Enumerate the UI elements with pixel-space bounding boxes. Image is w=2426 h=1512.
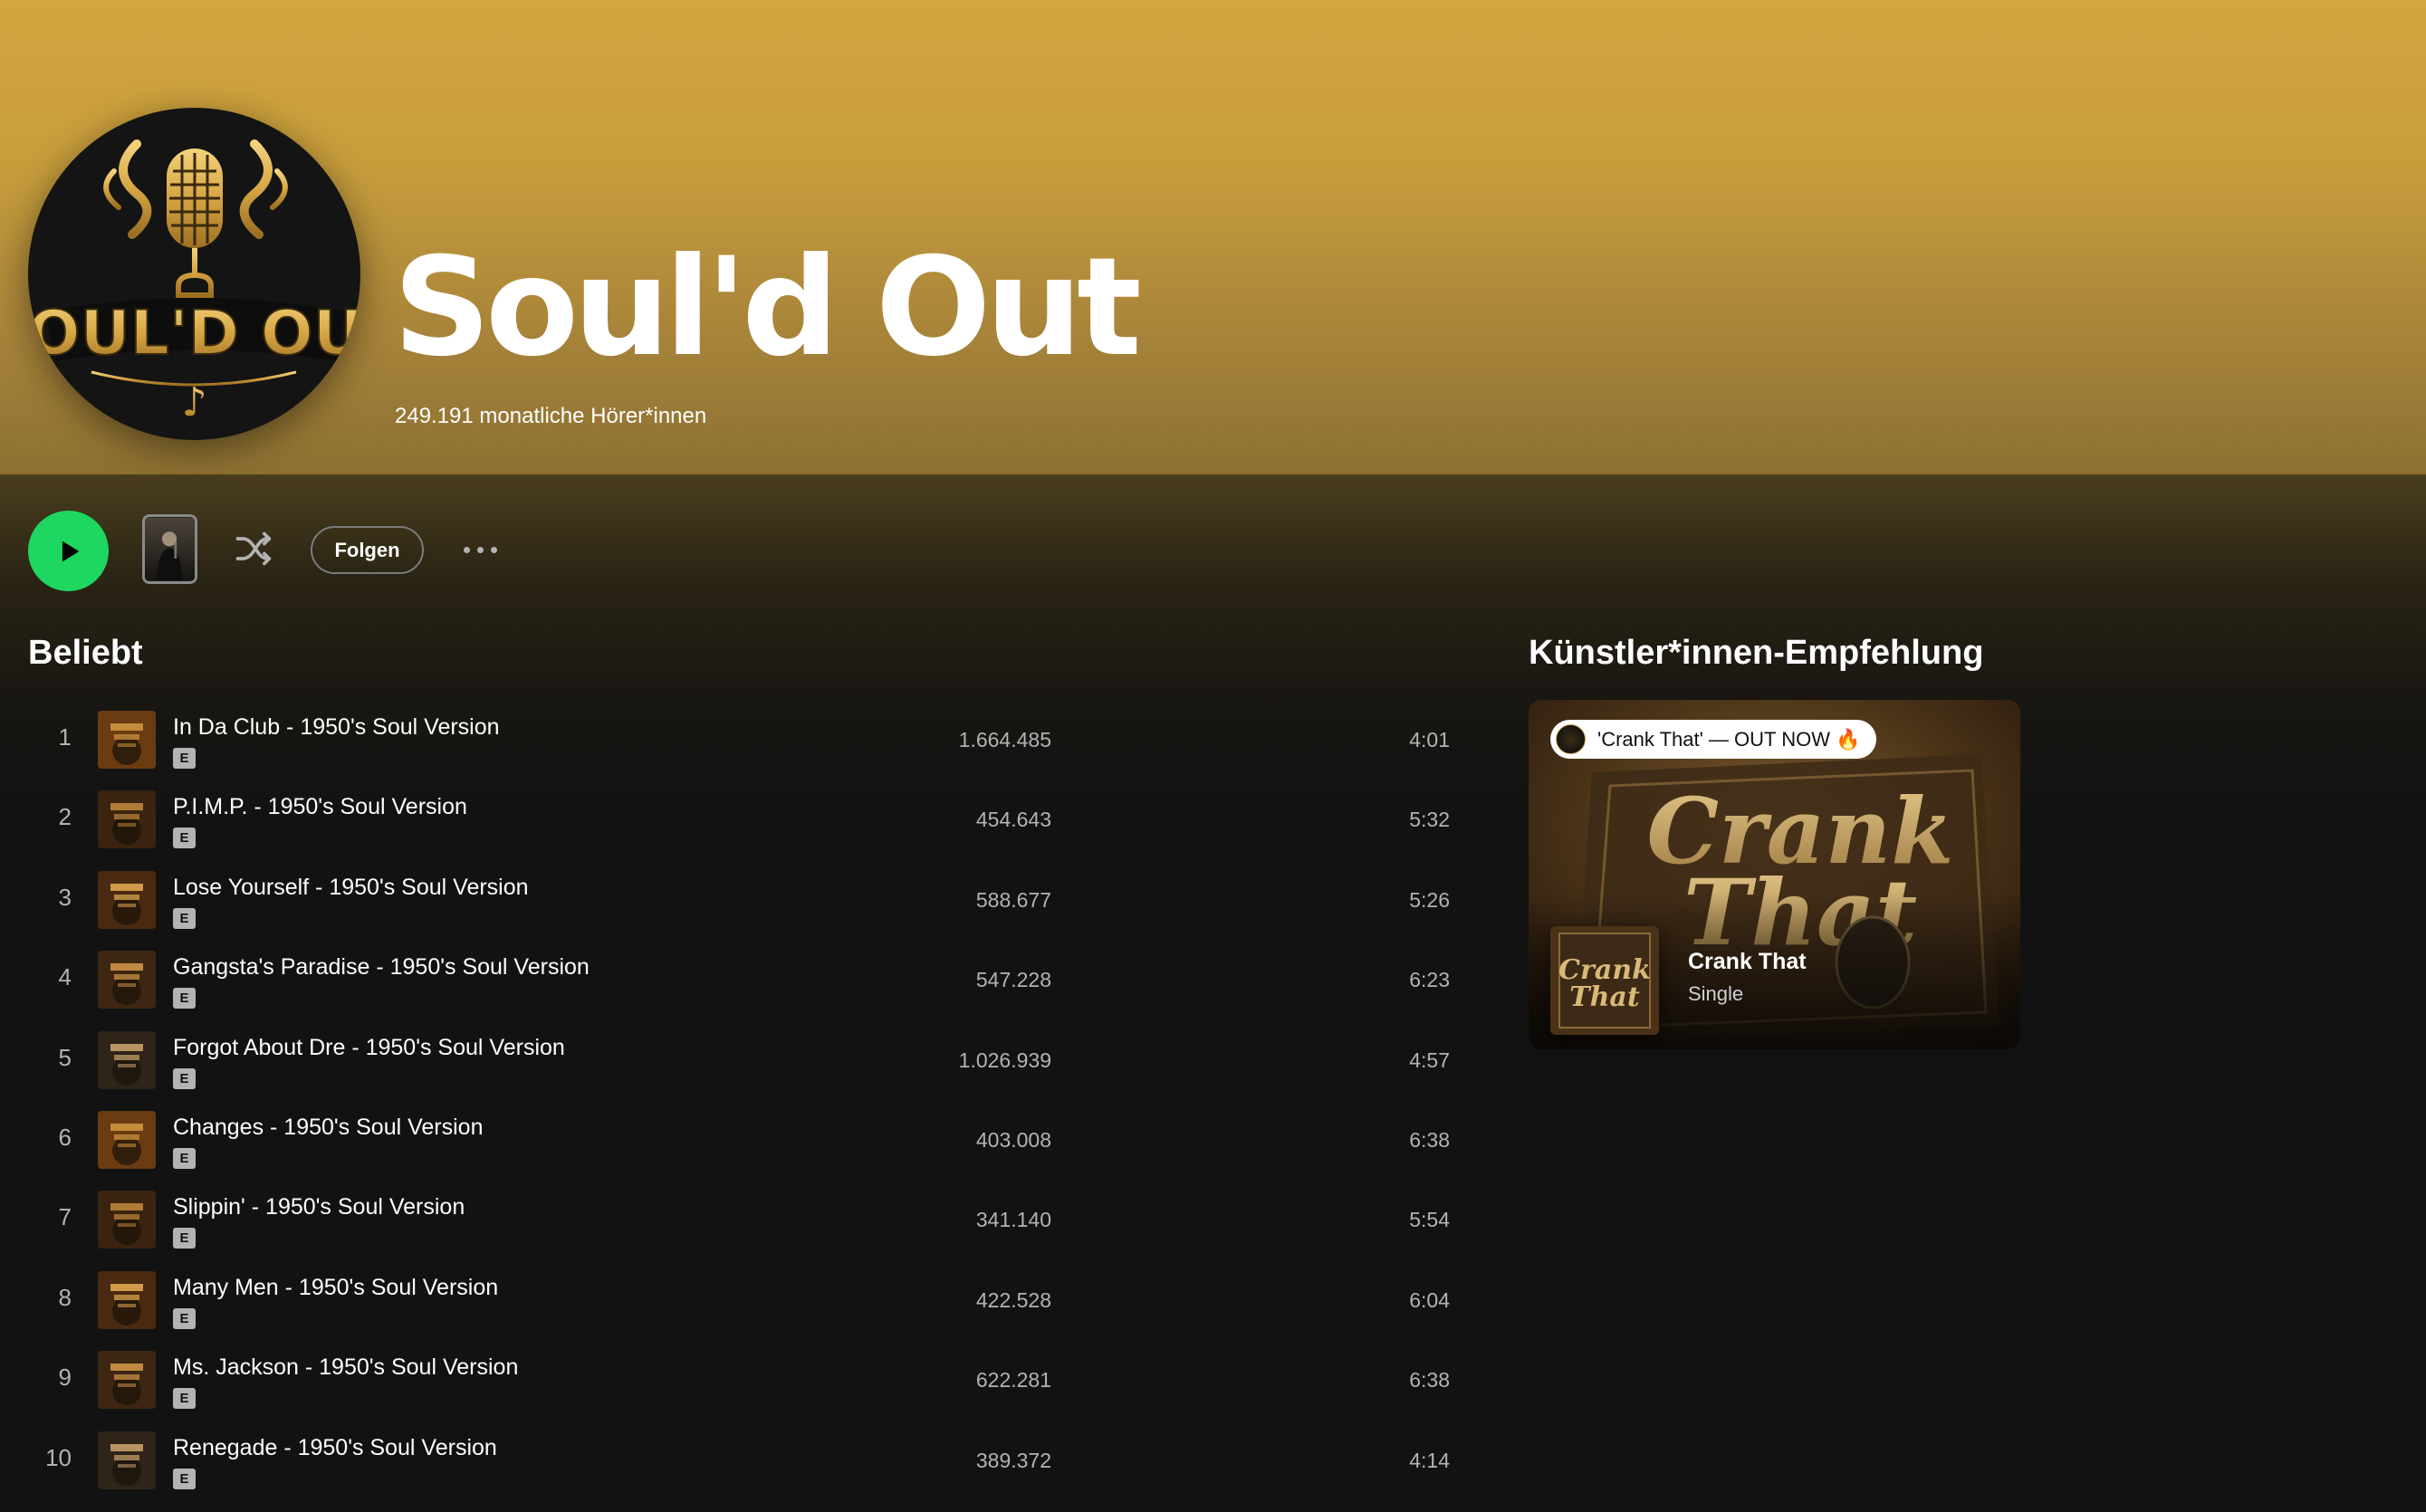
track-cover — [98, 870, 156, 929]
track-title[interactable]: Lose Yourself - 1950's Soul Version — [173, 875, 529, 901]
track-row[interactable]: 2 P.I.M.P. - 1950's Soul Version E 454.643 5… — [28, 780, 1450, 859]
recommendation-section-title: Künstler*innen-Empfehlung — [1529, 634, 1984, 672]
track-cover — [98, 1431, 156, 1489]
play-button[interactable] — [28, 511, 109, 591]
track-number: 5 — [58, 1043, 72, 1071]
track-play-count: 1.026.939 — [958, 1048, 1051, 1072]
track-title[interactable]: Gangsta's Paradise - 1950's Soul Version — [173, 954, 590, 981]
track-number: 3 — [58, 883, 72, 911]
more-options-icon — [463, 546, 470, 553]
track-play-count: 389.372 — [975, 1448, 1051, 1472]
track-title[interactable]: Changes - 1950's Soul Version — [173, 1115, 484, 1141]
explicit-badge: E — [173, 1228, 196, 1249]
track-row[interactable]: 10 Renegade - 1950's Soul Version E 389.372… — [28, 1421, 1450, 1500]
track-number: 2 — [58, 803, 72, 831]
artist-pick-card[interactable]: Crank That 'Crank That' — OUT NOW 🔥 Cran… — [1529, 700, 2020, 1049]
track-number: 6 — [58, 1123, 72, 1151]
explicit-badge: E — [173, 1147, 196, 1169]
track-number: 1 — [58, 723, 72, 751]
track-row[interactable]: 8 Many Men - 1950's Soul Version E 422.528 6… — [28, 1260, 1450, 1340]
track-number: 7 — [58, 1203, 72, 1231]
track-duration: 5:54 — [1409, 1208, 1450, 1232]
track-row[interactable]: 5 Forgot About Dre - 1950's Soul Version E… — [28, 1020, 1450, 1100]
artist-header — [0, 0, 2426, 474]
artist-page: SOUL'D OUT ♪ Soul'd Out 249.191 monatlic… — [0, 0, 2426, 1512]
track-number: 10 — [45, 1443, 72, 1471]
track-cover — [98, 1351, 156, 1410]
track-duration: 4:01 — [1409, 728, 1450, 751]
follow-button[interactable]: Folgen — [311, 526, 424, 574]
explicit-badge: E — [173, 1067, 196, 1089]
track-play-count: 622.281 — [975, 1368, 1051, 1392]
track-play-count: 1.664.485 — [958, 728, 1051, 751]
track-number: 8 — [58, 1283, 72, 1311]
more-options-button[interactable] — [457, 536, 503, 563]
track-duration: 6:38 — [1409, 1127, 1450, 1152]
track-duration: 4:57 — [1409, 1048, 1450, 1072]
track-cover — [98, 1191, 156, 1249]
release-cover-word-2: That — [1569, 981, 1640, 1013]
track-title[interactable]: Forgot About Dre - 1950's Soul Version — [173, 1035, 565, 1061]
explicit-badge: E — [173, 1307, 196, 1329]
track-row[interactable]: 1 In Da Club - 1950's Soul Version E 1.664.… — [28, 700, 1450, 780]
shuffle-button[interactable] — [227, 526, 278, 571]
explicit-badge: E — [173, 907, 196, 929]
track-title[interactable]: Many Men - 1950's Soul Version — [173, 1275, 498, 1301]
release-title[interactable]: Crank That — [1688, 949, 1807, 975]
track-duration: 6:23 — [1409, 968, 1450, 992]
track-title[interactable]: Slippin' - 1950's Soul Version — [173, 1194, 465, 1220]
play-icon — [62, 541, 79, 561]
track-duration: 6:04 — [1409, 1287, 1450, 1312]
logo-text: SOUL'D OUT — [28, 298, 360, 369]
explicit-badge: E — [173, 828, 196, 849]
track-cover — [98, 790, 156, 849]
track-row[interactable]: 9 Ms. Jackson - 1950's Soul Version E 622.2… — [28, 1340, 1450, 1420]
artist-avatar: SOUL'D OUT ♪ — [28, 108, 360, 440]
artist-pick-avatar — [1556, 724, 1586, 754]
artist-pick-message-text: 'Crank That' — OUT NOW 🔥 — [1597, 727, 1861, 751]
track-title[interactable]: P.I.M.P. - 1950's Soul Version — [173, 794, 467, 820]
release-cover[interactable]: Crank That — [1550, 926, 1659, 1035]
track-row[interactable]: 7 Slippin' - 1950's Soul Version E 341.140 5… — [28, 1180, 1450, 1259]
explicit-badge: E — [173, 988, 196, 1010]
track-play-count: 422.528 — [975, 1287, 1051, 1312]
release-type: Single — [1688, 982, 1744, 1005]
popular-track-list: 1 In Da Club - 1950's Soul Version E 1.664.… — [28, 700, 1450, 1500]
track-duration: 6:38 — [1409, 1368, 1450, 1392]
track-title[interactable]: Renegade - 1950's Soul Version — [173, 1435, 497, 1461]
track-cover — [98, 1270, 156, 1329]
svg-text:♪: ♪ — [181, 379, 206, 426]
track-row[interactable]: 4 Gangsta's Paradise - 1950's Soul Versio… — [28, 940, 1450, 1019]
monthly-listeners: 249.191 monatliche Hörer*innen — [395, 404, 707, 428]
track-duration: 5:32 — [1409, 808, 1450, 832]
preview-video-thumbnail[interactable] — [142, 514, 197, 584]
track-number: 9 — [58, 1364, 72, 1392]
shuffle-icon — [235, 531, 272, 566]
track-row[interactable]: 3 Lose Yourself - 1950's Soul Version E 588… — [28, 860, 1450, 940]
track-cover — [98, 1110, 156, 1169]
track-play-count: 341.140 — [975, 1208, 1051, 1232]
track-title[interactable]: Ms. Jackson - 1950's Soul Version — [173, 1354, 518, 1381]
track-cover — [98, 711, 156, 769]
track-play-count: 403.008 — [975, 1127, 1051, 1152]
track-play-count: 454.643 — [975, 808, 1051, 832]
explicit-badge: E — [173, 1468, 196, 1489]
track-title[interactable]: In Da Club - 1950's Soul Version — [173, 714, 500, 741]
track-play-count: 588.677 — [975, 887, 1051, 912]
artist-pick-message: 'Crank That' — OUT NOW 🔥 — [1550, 720, 1877, 759]
track-number: 4 — [58, 963, 72, 991]
track-play-count: 547.228 — [975, 968, 1051, 992]
track-row[interactable]: 6 Changes - 1950's Soul Version E 403.008 6:… — [28, 1100, 1450, 1180]
explicit-badge: E — [173, 748, 196, 769]
popular-section-title: Beliebt — [28, 634, 143, 672]
track-duration: 4:14 — [1409, 1448, 1450, 1472]
track-cover — [98, 1030, 156, 1089]
track-cover — [98, 951, 156, 1010]
explicit-badge: E — [173, 1388, 196, 1410]
artist-name: Soul'd Out — [393, 229, 1142, 387]
track-duration: 5:26 — [1409, 887, 1450, 912]
